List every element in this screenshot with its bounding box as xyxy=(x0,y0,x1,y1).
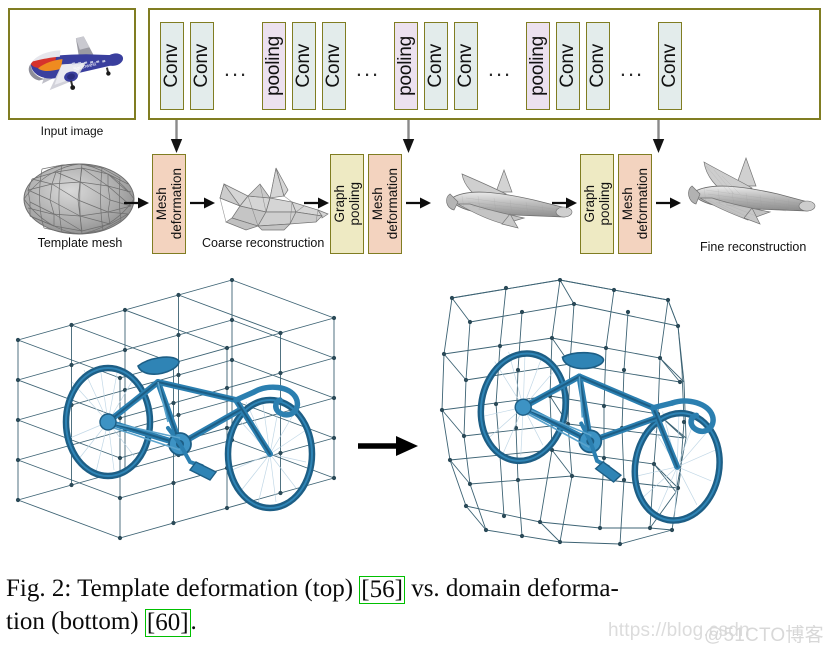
fine-reconstruction-art xyxy=(686,152,824,234)
cnn-block-label-11: pooling xyxy=(527,36,548,96)
transform-arrow xyxy=(358,436,418,456)
arrow-template-to-deform1 xyxy=(124,197,149,209)
fine-reconstruction-label: Fine reconstruction xyxy=(700,240,807,254)
cnn-ellipsis-10: ... xyxy=(487,56,513,81)
cnn-to-mesh-arrow-2 xyxy=(402,120,415,153)
cnn-ellipsis-6: ... xyxy=(355,56,381,81)
mesh-deformation-block-3[interactable]: Mesh deformation xyxy=(618,154,652,254)
cnn-conv-block-1[interactable]: Conv xyxy=(190,22,214,110)
cnn-block-label-0: Conv xyxy=(161,44,182,88)
cnn-block-label-8: Conv xyxy=(425,44,446,88)
cnn-block-label-3: pooling xyxy=(263,36,284,96)
bicycle-model-right xyxy=(477,350,723,524)
mesh-deformation-block-1[interactable]: Mesh deformation xyxy=(152,154,186,254)
cnn-pool-block-11[interactable]: pooling xyxy=(526,22,550,110)
cnn-block-label-1: Conv xyxy=(191,44,212,88)
cnn-block-label-15: Conv xyxy=(659,44,680,88)
citation-56[interactable]: [56] xyxy=(359,576,405,604)
watermark-brand: @51CTO博客 xyxy=(704,625,824,646)
mesh-deformation-block-2[interactable]: Mesh deformation xyxy=(368,154,402,254)
cnn-to-mesh-arrow-1 xyxy=(170,120,183,153)
caption-text-2: vs. domain deforma- xyxy=(404,575,619,602)
caption-figure-number: Fig. 2: xyxy=(6,575,72,602)
cnn-pool-block-3[interactable]: pooling xyxy=(262,22,286,110)
cnn-conv-block-0[interactable]: Conv xyxy=(160,22,184,110)
watermark: https://blog.csdn @51CTO博客 xyxy=(608,620,824,646)
caption-text-1: Template deformation (top) xyxy=(71,575,360,602)
citation-60[interactable]: [60] xyxy=(144,609,191,637)
graph-pooling-label-2: Graph pooling xyxy=(581,182,612,226)
caption-text-3: tion (bottom) xyxy=(6,608,145,635)
cnn-block-label-7: pooling xyxy=(395,36,416,96)
template-mesh-art xyxy=(22,162,136,236)
mesh-deformation-label-1: Mesh deformation xyxy=(153,168,184,240)
cnn-ellipsis-14: ... xyxy=(619,56,645,81)
arrow-deform3-to-fine xyxy=(656,197,681,209)
cnn-pool-block-7[interactable]: pooling xyxy=(394,22,418,110)
cnn-block-label-13: Conv xyxy=(587,44,608,88)
coarse-reconstruction-label: Coarse reconstruction xyxy=(202,236,325,250)
cnn-conv-block-12[interactable]: Conv xyxy=(556,22,580,110)
input-image-label: Input image xyxy=(40,124,104,138)
arrow-midmesh-to-graphpool2 xyxy=(552,197,577,209)
graph-pooling-label-1: Graph pooling xyxy=(331,182,362,226)
figure-2-canvas: Southwest Input image Conv Conv... pooling… xyxy=(0,0,829,656)
cnn-conv-block-15[interactable]: Conv xyxy=(658,22,682,110)
template-mesh-label: Template mesh xyxy=(37,236,123,250)
cnn-block-label-9: Conv xyxy=(455,44,476,88)
cnn-conv-block-13[interactable]: Conv xyxy=(586,22,610,110)
cnn-conv-block-4[interactable]: Conv xyxy=(292,22,316,110)
cnn-block-label-12: Conv xyxy=(557,44,578,88)
southwest-airplane-photo: Southwest xyxy=(10,10,134,118)
graph-pooling-block-1[interactable]: Graph pooling xyxy=(330,154,364,254)
arrow-coarse-to-graphpool1 xyxy=(304,197,329,209)
cnn-conv-block-9[interactable]: Conv xyxy=(454,22,478,110)
cnn-to-mesh-arrow-3 xyxy=(652,120,665,153)
cnn-block-label-5: Conv xyxy=(323,44,344,88)
bicycle-model-left xyxy=(62,356,316,512)
mesh-deformation-label-3: Mesh deformation xyxy=(619,168,650,240)
cnn-block-label-4: Conv xyxy=(293,44,314,88)
cnn-conv-block-5[interactable]: Conv xyxy=(322,22,346,110)
arrow-deform2-to-midmesh xyxy=(406,197,431,209)
input-image-panel: Southwest xyxy=(8,8,136,120)
caption-text-4: . xyxy=(190,608,197,635)
domain-deformation-illustration xyxy=(0,277,829,548)
graph-pooling-block-2[interactable]: Graph pooling xyxy=(580,154,614,254)
arrow-deform1-to-coarse xyxy=(190,197,215,209)
cnn-encoder-box: Conv Conv... pooling Conv Conv... pooling Conv… xyxy=(148,8,821,120)
cnn-conv-block-8[interactable]: Conv xyxy=(424,22,448,110)
mesh-deformation-label-2: Mesh deformation xyxy=(369,168,400,240)
cnn-ellipsis-2: ... xyxy=(223,56,249,81)
